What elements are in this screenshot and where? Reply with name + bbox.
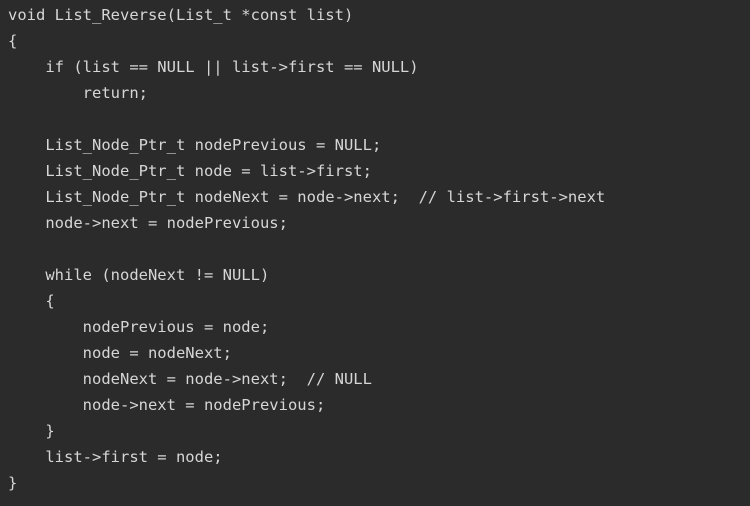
code-line: {	[8, 292, 55, 310]
code-view[interactable]: void List_Reverse(List_t *const list) { …	[0, 0, 750, 506]
code-line: node->next = nodePrevious;	[8, 396, 326, 414]
code-line: {	[8, 32, 18, 50]
code-line: List_Node_Ptr_t node = list->first;	[8, 162, 372, 180]
code-line: list->first = node;	[8, 448, 223, 466]
code-line: return;	[8, 84, 148, 102]
code-line: nodeNext = node->next; // NULL	[8, 370, 372, 388]
code-line: node->next = nodePrevious;	[8, 214, 288, 232]
code-line: void List_Reverse(List_t *const list)	[8, 6, 354, 24]
code-line: if (list == NULL || list->first == NULL)	[8, 58, 419, 76]
code-line: }	[8, 474, 18, 492]
code-line: while (nodeNext != NULL)	[8, 266, 270, 284]
code-line: node = nodeNext;	[8, 344, 232, 362]
code-line: nodePrevious = node;	[8, 318, 270, 336]
code-line: List_Node_Ptr_t nodePrevious = NULL;	[8, 136, 382, 154]
code-line: List_Node_Ptr_t nodeNext = node->next; /…	[8, 188, 606, 206]
code-line: }	[8, 422, 55, 440]
